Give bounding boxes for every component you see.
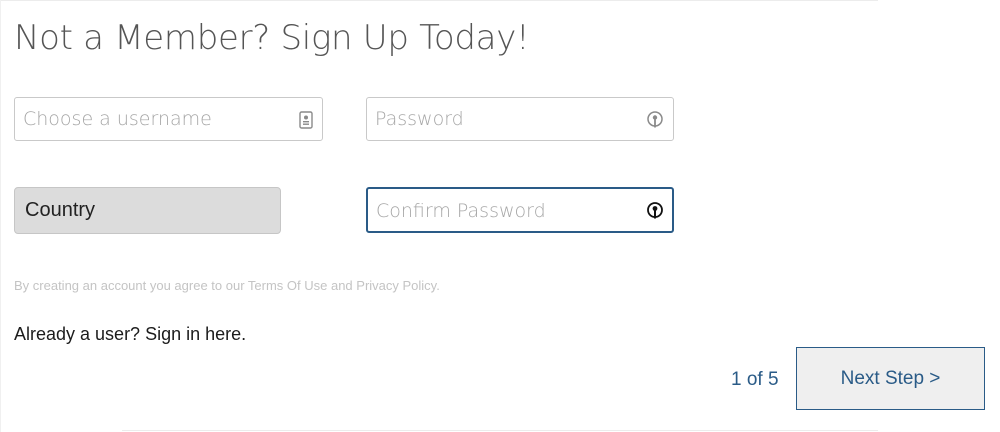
username-input[interactable] xyxy=(23,98,263,140)
id-card-icon xyxy=(296,110,316,130)
confirm-password-input[interactable] xyxy=(376,190,616,232)
terms-notice: By creating an account you agree to our … xyxy=(14,278,440,293)
next-step-button[interactable]: Next Step > xyxy=(796,347,985,410)
country-select-value: Country xyxy=(25,199,96,221)
top-divider xyxy=(0,0,878,1)
confirm-password-field[interactable] xyxy=(366,187,674,233)
page-title: Not a Member? Sign Up Today! xyxy=(14,18,530,58)
key-lock-icon xyxy=(645,201,665,221)
step-indicator: 1 of 5 xyxy=(731,369,779,390)
password-field[interactable] xyxy=(366,97,674,141)
country-select[interactable]: Country xyxy=(14,187,281,234)
bottom-divider xyxy=(122,430,878,431)
password-input[interactable] xyxy=(375,98,615,140)
sign-in-link[interactable]: Already a user? Sign in here. xyxy=(14,324,246,345)
username-field[interactable] xyxy=(14,97,323,141)
key-lock-icon xyxy=(645,110,665,130)
left-edge-divider xyxy=(0,0,1,432)
